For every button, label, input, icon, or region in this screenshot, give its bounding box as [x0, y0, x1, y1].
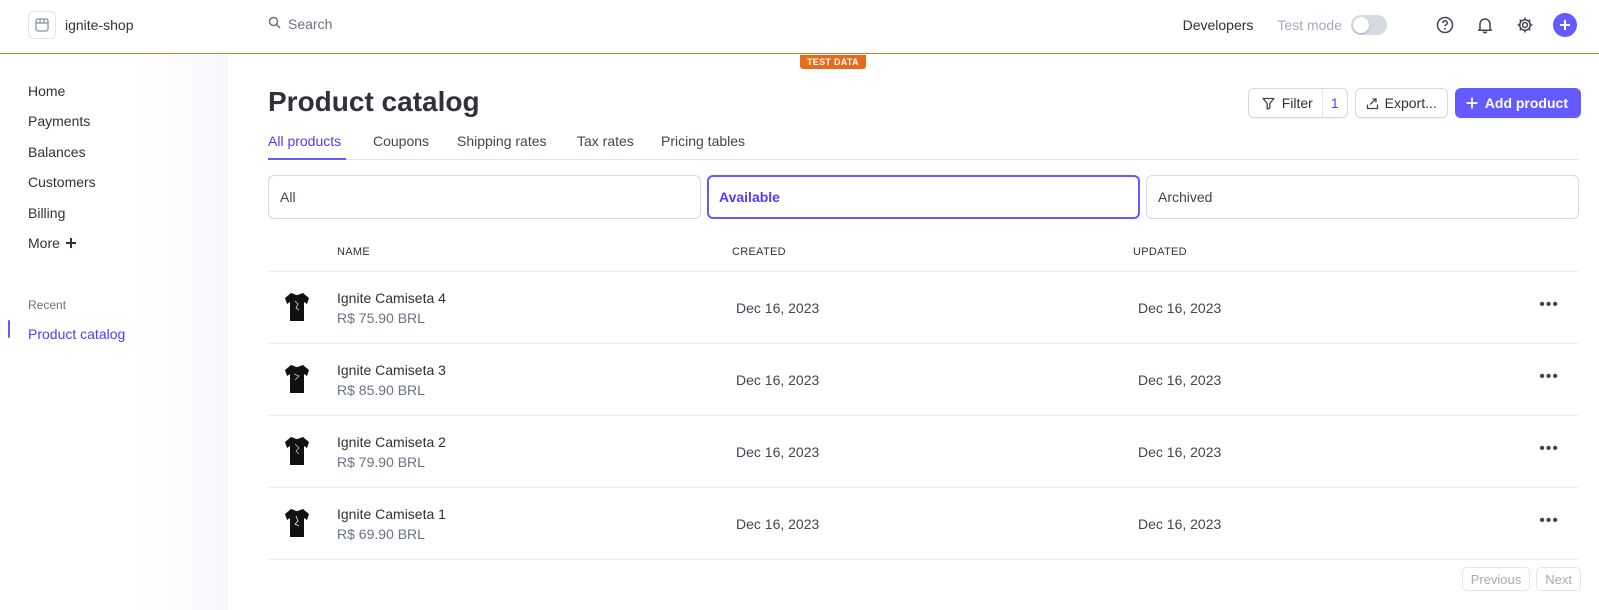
gear-icon[interactable] — [1513, 13, 1537, 37]
tab-pricing-tables[interactable]: Pricing tables — [661, 133, 745, 149]
filter-icon — [1262, 97, 1275, 110]
created-date: Dec 16, 2023 — [736, 444, 820, 460]
created-date: Dec 16, 2023 — [736, 372, 820, 388]
product-price: R$ 85.90 BRL — [337, 382, 425, 398]
product-price: R$ 69.90 BRL — [337, 526, 425, 542]
table-row[interactable]: Ignite Camiseta 3 R$ 85.90 BRL Dec 16, 2… — [268, 344, 1579, 416]
filter-button[interactable]: Filter 1 — [1247, 88, 1348, 118]
filter-label: Filter — [1281, 95, 1313, 111]
search-input[interactable]: Search — [268, 16, 332, 32]
segment-archived[interactable]: Archived — [1146, 175, 1579, 219]
product-name[interactable]: Ignite Camiseta 1 — [337, 506, 446, 522]
account-switcher[interactable]: ignite-shop — [28, 11, 134, 39]
table-row[interactable]: Ignite Camiseta 4 R$ 75.90 BRL Dec 16, 2… — [268, 272, 1579, 344]
sidebar-item-customers[interactable]: Customers — [28, 174, 96, 190]
next-page-button[interactable]: Next — [1536, 567, 1581, 591]
segment-all[interactable]: All — [268, 175, 701, 219]
sidebar-item-home[interactable]: Home — [28, 83, 65, 99]
more-actions-icon[interactable]: ••• — [1539, 440, 1559, 458]
sidebar-item-payments[interactable]: Payments — [28, 113, 90, 129]
export-button[interactable]: Export... — [1354, 88, 1448, 118]
previous-page-button[interactable]: Previous — [1461, 567, 1531, 591]
tshirt-thumbnail — [285, 365, 309, 393]
help-icon[interactable] — [1433, 13, 1457, 37]
pagination: Previous Next — [1461, 567, 1581, 591]
export-label: Export... — [1384, 95, 1437, 111]
account-name: ignite-shop — [65, 17, 134, 33]
more-actions-icon[interactable]: ••• — [1539, 296, 1559, 314]
tshirt-thumbnail — [285, 437, 309, 465]
add-product-button[interactable]: Add product — [1454, 88, 1581, 118]
search-icon — [268, 16, 281, 32]
updated-date: Dec 16, 2023 — [1138, 516, 1222, 532]
page-title: Product catalog — [268, 86, 480, 117]
toggle-knob — [1353, 17, 1369, 33]
created-date: Dec 16, 2023 — [736, 516, 820, 532]
tab-all-products[interactable]: All products — [268, 133, 341, 149]
export-icon — [1366, 97, 1378, 109]
product-price: R$ 75.90 BRL — [337, 310, 425, 326]
plus-icon — [65, 238, 76, 248]
segment-available[interactable]: Available — [707, 175, 1140, 219]
recent-section-label: Recent — [28, 298, 67, 312]
create-plus-icon[interactable] — [1553, 13, 1577, 37]
table-row[interactable]: Ignite Camiseta 2 R$ 79.90 BRL Dec 16, 2… — [268, 416, 1579, 488]
bell-icon[interactable] — [1473, 13, 1497, 37]
test-data-badge: TEST DATA — [800, 55, 866, 69]
column-header-updated[interactable]: UPDATED — [1133, 246, 1187, 258]
product-name[interactable]: Ignite Camiseta 2 — [337, 434, 446, 450]
test-mode-label: Test mode — [1277, 17, 1342, 33]
updated-date: Dec 16, 2023 — [1138, 372, 1222, 388]
tshirt-thumbnail — [285, 293, 309, 321]
more-actions-icon[interactable]: ••• — [1539, 368, 1559, 386]
plus-icon — [1466, 97, 1478, 109]
sidebar-item-more[interactable]: More — [28, 235, 76, 251]
sidebar-item-more-label: More — [28, 235, 60, 251]
test-mode-toggle[interactable] — [1351, 15, 1387, 35]
store-icon — [28, 11, 56, 39]
tab-tax-rates[interactable]: Tax rates — [577, 133, 634, 149]
active-indicator — [8, 320, 10, 338]
tab-coupons[interactable]: Coupons — [373, 133, 429, 149]
recent-item-product-catalog[interactable]: Product catalog — [28, 326, 125, 342]
product-name[interactable]: Ignite Camiseta 4 — [337, 290, 446, 306]
sidebar-item-balances[interactable]: Balances — [28, 144, 86, 160]
top-bar: ignite-shop Search Developers Test mode — [0, 0, 1599, 54]
more-actions-icon[interactable]: ••• — [1539, 512, 1559, 530]
table-row[interactable]: Ignite Camiseta 1 R$ 69.90 BRL Dec 16, 2… — [268, 488, 1579, 560]
product-price: R$ 79.90 BRL — [337, 454, 425, 470]
developers-link[interactable]: Developers — [1183, 17, 1254, 33]
filter-count-badge: 1 — [1321, 89, 1347, 117]
sidebar: Home Payments Balances Customers Billing… — [0, 55, 228, 610]
column-header-name[interactable]: NAME — [337, 246, 370, 258]
tab-shipping-rates[interactable]: Shipping rates — [457, 133, 547, 149]
active-tab-underline — [268, 158, 346, 160]
product-name[interactable]: Ignite Camiseta 3 — [337, 362, 446, 378]
created-date: Dec 16, 2023 — [736, 300, 820, 316]
sidebar-item-billing[interactable]: Billing — [28, 205, 65, 221]
column-header-created[interactable]: CREATED — [732, 246, 786, 258]
updated-date: Dec 16, 2023 — [1138, 444, 1222, 460]
search-placeholder: Search — [288, 16, 333, 32]
product-tabs: All products Coupons Shipping rates Tax … — [268, 130, 1579, 160]
updated-date: Dec 16, 2023 — [1138, 300, 1222, 316]
tshirt-thumbnail — [285, 509, 309, 537]
add-product-label: Add product — [1484, 95, 1568, 111]
